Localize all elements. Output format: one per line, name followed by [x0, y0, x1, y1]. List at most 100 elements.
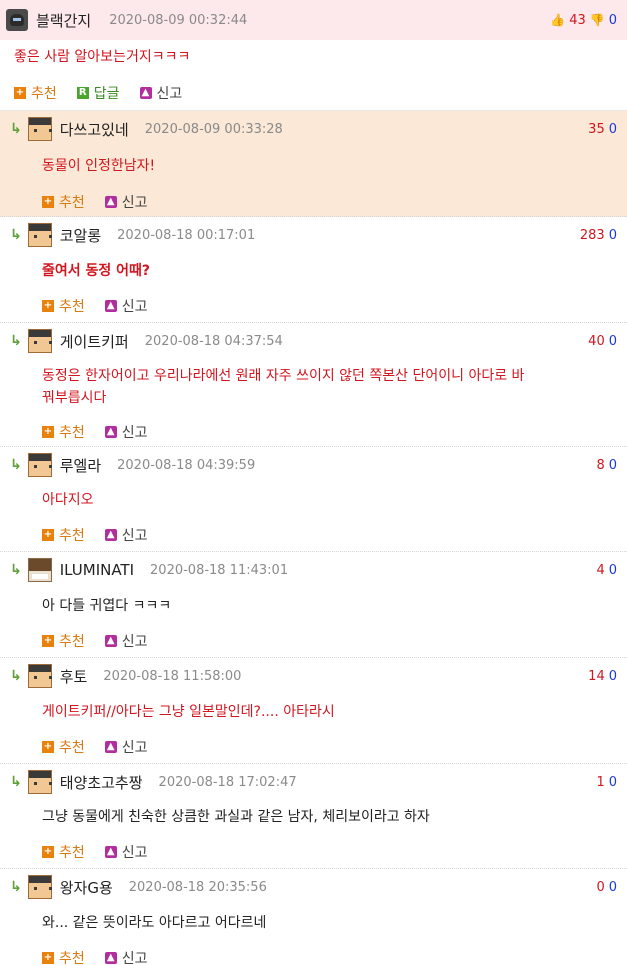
up-count[interactable]: 40	[588, 334, 605, 349]
plus-icon: +	[42, 846, 54, 858]
avatar[interactable]	[27, 558, 52, 582]
comment-date: 2020-08-18 20:35:56	[128, 879, 267, 895]
avatar[interactable]	[27, 875, 52, 899]
up-count[interactable]: 8	[596, 458, 604, 473]
reply-header: ↳ 왕자G용 2020-08-18 20:35:56 0 0	[0, 869, 627, 905]
nickname[interactable]: ILUMINATI	[60, 561, 134, 579]
reply-arrow-icon: ↳	[10, 227, 22, 243]
report-label: 신고	[121, 299, 148, 315]
down-count[interactable]: 0	[609, 334, 617, 349]
report-button[interactable]: ▲ 신고	[104, 192, 148, 212]
reply-button[interactable]: R 답글	[76, 83, 120, 103]
up-count[interactable]: 4	[596, 563, 604, 578]
nickname[interactable]: 왕자G용	[60, 877, 113, 898]
report-button[interactable]: ▲ 신고	[139, 83, 182, 103]
comment-date: 2020-08-18 04:39:59	[117, 457, 256, 473]
plus-icon: +	[42, 300, 54, 312]
reply-label: 답글	[93, 86, 120, 102]
comment-date: 2020-08-18 17:02:47	[158, 774, 297, 790]
reply-arrow-icon: ↳	[10, 774, 22, 790]
report-button[interactable]: ▲ 신고	[104, 296, 148, 316]
down-count[interactable]: 0	[609, 880, 617, 895]
siren-icon: ▲	[139, 87, 152, 99]
comment-text: 동정은 한자어이고 우리나라에선 원래 자주 쓰이지 않던 쪽본산 단어이니 아…	[0, 359, 627, 415]
vote-counts: 8 0	[596, 458, 617, 473]
nickname[interactable]: 태양초고추짱	[60, 772, 143, 793]
down-count[interactable]: 0	[609, 775, 617, 790]
report-label: 신고	[121, 740, 148, 756]
avatar[interactable]	[27, 223, 52, 247]
comment-text: 그냥 동물에게 친숙한 상큼한 과실과 같은 남자, 체리보이라고 하자	[42, 809, 430, 825]
comment-list: 블랙간지 2020-08-09 00:32:44 👍 43 👎 0 좋은 사람 …	[0, 0, 627, 965]
down-count[interactable]: 0	[609, 563, 617, 578]
nickname[interactable]: 블랙간지	[36, 10, 91, 31]
avatar[interactable]	[27, 664, 52, 688]
nickname[interactable]: 후토	[60, 666, 88, 687]
recommend-label: 추천	[59, 634, 85, 650]
recommend-button[interactable]: + 추천	[42, 422, 85, 442]
thumbs-down-icon[interactable]: 👎	[590, 13, 605, 27]
vote-counts: 1 0	[596, 775, 617, 790]
down-count[interactable]: 0	[609, 458, 617, 473]
report-label: 신고	[121, 951, 148, 965]
up-count[interactable]: 14	[588, 669, 605, 684]
recommend-label: 추천	[59, 740, 85, 756]
nickname[interactable]: 다쓰고있네	[60, 119, 129, 140]
avatar[interactable]	[27, 453, 52, 477]
nickname[interactable]: 루엘라	[60, 455, 101, 476]
recommend-button[interactable]: + 추천	[42, 842, 85, 862]
comment-actions: + 추천 ▲ 신고	[0, 835, 627, 869]
up-count[interactable]: 0	[596, 880, 604, 895]
recommend-button[interactable]: + 추천	[42, 296, 85, 316]
recommend-button[interactable]: + 추천	[42, 948, 85, 965]
nickname[interactable]: 코알롱	[60, 225, 101, 246]
recommend-button[interactable]: + 추천	[42, 737, 85, 757]
down-count[interactable]: 0	[609, 228, 617, 243]
reply-item: ↳ 코알롱 2020-08-18 00:17:01 283 0 줄여서 동정 어…	[0, 217, 627, 323]
plus-icon: +	[42, 952, 54, 964]
reply-item: ↳ 왕자G용 2020-08-18 20:35:56 0 0 와... 같은 뜻…	[0, 869, 627, 965]
avatar[interactable]	[6, 9, 28, 31]
report-button[interactable]: ▲ 신고	[104, 948, 148, 965]
up-count[interactable]: 283	[580, 228, 605, 243]
comment-text: 게이트키퍼//아다는 그냥 일본말인데?.... 아타라시	[42, 704, 335, 720]
recommend-button[interactable]: + 추천	[42, 192, 85, 212]
comment-actions: + 추천 R 답글 ▲ 신고	[0, 76, 627, 110]
comment-date: 2020-08-09 00:33:28	[144, 121, 283, 137]
reply-arrow-icon: ↳	[10, 457, 22, 473]
reply-item: ↳ ILUMINATI 2020-08-18 11:43:01 4 0 아 다들…	[0, 552, 627, 658]
comment-header: 블랙간지 2020-08-09 00:32:44 👍 43 👎 0	[0, 0, 627, 40]
avatar[interactable]	[27, 117, 52, 141]
siren-icon: ▲	[104, 635, 117, 647]
recommend-label: 추천	[59, 195, 85, 211]
avatar[interactable]	[27, 329, 52, 353]
recommend-button[interactable]: + 추천	[42, 631, 85, 651]
up-count[interactable]: 1	[596, 775, 604, 790]
down-count[interactable]: 0	[609, 669, 617, 684]
reply-header: ↳ 태양초고추짱 2020-08-18 17:02:47 1 0	[0, 764, 627, 800]
nickname[interactable]: 게이트키퍼	[60, 331, 129, 352]
reply-r-icon: R	[76, 87, 89, 99]
reply-header: ↳ 다쓰고있네 2020-08-09 00:33:28 35 0	[0, 111, 627, 147]
reply-header: ↳ 게이트키퍼 2020-08-18 04:37:54 40 0	[0, 323, 627, 359]
siren-icon: ▲	[104, 741, 117, 753]
down-count[interactable]: 0	[609, 122, 617, 137]
recommend-button[interactable]: + 추천	[14, 83, 57, 103]
comment-actions: + 추천 ▲ 신고	[0, 415, 627, 449]
comment-date: 2020-08-18 11:58:00	[103, 668, 242, 684]
report-button[interactable]: ▲ 신고	[104, 631, 148, 651]
report-button[interactable]: ▲ 신고	[104, 842, 148, 862]
avatar[interactable]	[27, 770, 52, 794]
vote-counts: 35 0	[588, 122, 617, 137]
recommend-label: 추천	[59, 845, 85, 861]
thumbs-up-icon[interactable]: 👍	[550, 13, 565, 27]
report-button[interactable]: ▲ 신고	[104, 737, 148, 757]
report-button[interactable]: ▲ 신고	[104, 525, 148, 545]
report-button[interactable]: ▲ 신고	[104, 422, 148, 442]
vote-counts: 14 0	[588, 669, 617, 684]
vote-counts: 4 0	[596, 563, 617, 578]
down-count: 0	[608, 12, 617, 28]
plus-icon: +	[42, 426, 54, 438]
recommend-button[interactable]: + 추천	[42, 525, 85, 545]
up-count[interactable]: 35	[588, 122, 605, 137]
